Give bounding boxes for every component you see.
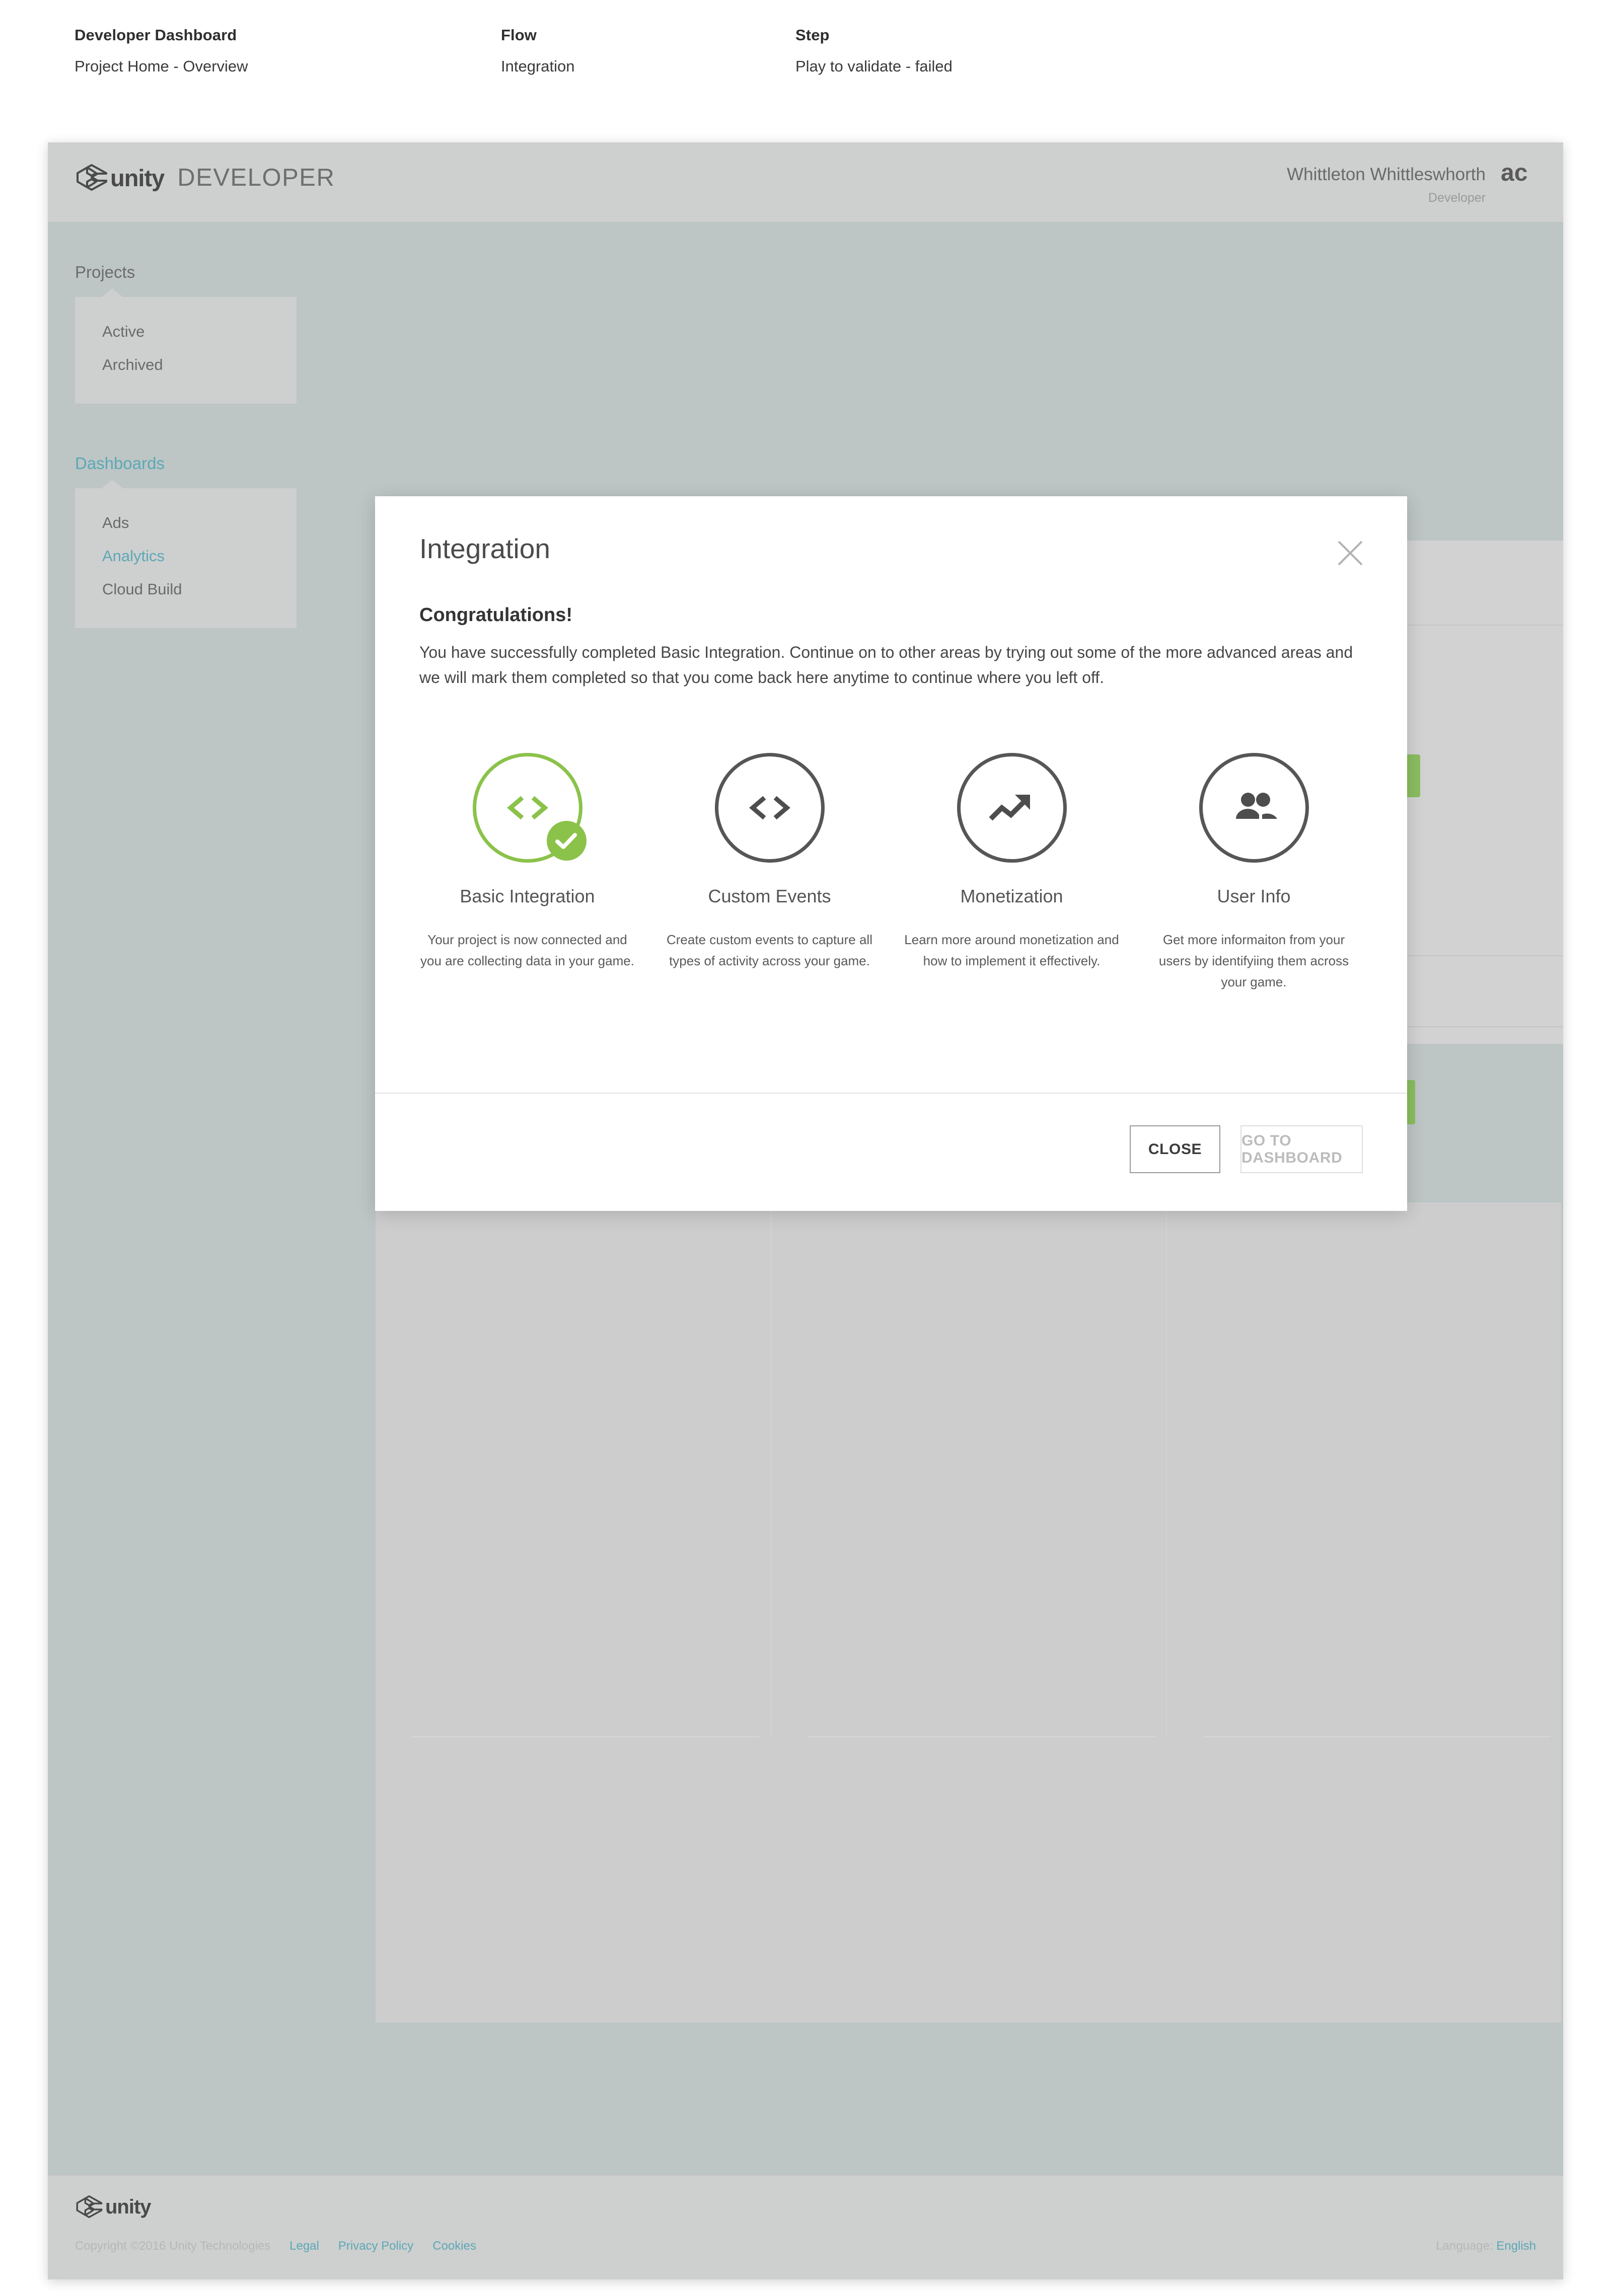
trending-up-arrow-icon (957, 753, 1067, 863)
modal-heading: Congratulations! (419, 604, 572, 626)
footer-brand[interactable]: unity (75, 2195, 152, 2219)
modal-title: Integration (419, 533, 550, 564)
brand-logo-group[interactable]: unity DEVELOPER (75, 164, 335, 192)
close-button[interactable]: CLOSE (1130, 1125, 1220, 1173)
sidebar-group-title-dashboards[interactable]: Dashboards (48, 404, 305, 473)
close-icon[interactable] (1335, 538, 1366, 569)
unity-logo-icon (75, 2195, 103, 2219)
feature-description: Create custom events to capture all type… (667, 932, 872, 969)
footer-link-legal[interactable]: Legal (289, 2239, 319, 2253)
annotation-value: Integration (501, 57, 575, 75)
people-group-icon (1199, 753, 1309, 863)
feature-monetization[interactable]: Monetization Learn more around monetizat… (891, 753, 1133, 992)
footer-link-cookies[interactable]: Cookies (432, 2239, 476, 2253)
user-role: Developer (1428, 191, 1486, 205)
sidebar-notch-icon (101, 480, 123, 489)
sidebar-item-ads[interactable]: Ads (75, 506, 297, 540)
feature-title: Basic Integration (460, 886, 595, 906)
annotation-column-flow: Flow Integration (501, 26, 575, 75)
footer-language[interactable]: Language: English (1436, 2239, 1536, 2253)
brand-product-text: DEVELOPER (177, 164, 335, 191)
sidebar-card-dashboards: Ads Analytics Cloud Build (75, 480, 297, 628)
feature-description: Your project is now connected and you ar… (420, 932, 634, 969)
feature-icon-wrap (472, 753, 587, 863)
sidebar-notch-icon (101, 288, 123, 297)
app-footer: unity Copyright ©2016 Unity Technologies… (48, 2175, 1563, 2279)
annotation-label: Developer Dashboard (75, 26, 237, 44)
code-brackets-icon (714, 753, 825, 863)
feature-icon-wrap (714, 753, 825, 863)
footer-language-value[interactable]: English (1496, 2239, 1536, 2253)
app-window: unity DEVELOPER Whittleton Whittleswhort… (48, 142, 1563, 2279)
unity-logo-icon (75, 164, 108, 192)
feature-basic-integration[interactable]: Basic Integration Your project is now co… (406, 753, 648, 992)
background-card-bottom (376, 1202, 1561, 2023)
go-to-dashboard-button[interactable]: GO TO DASHBOARD (1240, 1125, 1363, 1173)
footer-unity-text: unity (105, 2195, 152, 2218)
sidebar-item-active[interactable]: Active (75, 315, 297, 348)
sidebar-group-title-projects[interactable]: Projects (48, 222, 305, 282)
feature-custom-events[interactable]: Custom Events Create custom events to ca… (648, 753, 891, 992)
annotation-label: Step (795, 26, 830, 44)
divider (1203, 1736, 1551, 1737)
footer-links-row: Copyright ©2016 Unity Technologies Legal… (75, 2239, 476, 2253)
sidebar-item-archived[interactable]: Archived (75, 348, 297, 381)
sidebar-item-cloud-build[interactable]: Cloud Build (75, 573, 297, 606)
feature-title: User Info (1217, 886, 1291, 906)
app-header: unity DEVELOPER Whittleton Whittleswhort… (48, 142, 1563, 222)
avatar[interactable]: ac (1501, 160, 1536, 188)
check-badge-icon (546, 821, 587, 861)
feature-description: Learn more around monetization and how t… (904, 932, 1119, 969)
integration-modal: Integration Congratulations! You have su… (375, 496, 1407, 1211)
feature-title: Monetization (960, 886, 1063, 906)
page-body: Projects Active Archived Dashboards Ads … (48, 222, 1563, 2175)
svg-text:ac: ac (1501, 161, 1527, 186)
divider (808, 1736, 1155, 1737)
modal-actions: CLOSE GO TO DASHBOARD (1130, 1125, 1363, 1173)
feature-icon-wrap (957, 753, 1067, 863)
feature-icon-wrap (1199, 753, 1309, 863)
annotation-column-step: Step Play to validate - failed (795, 26, 953, 75)
footer-language-label: Language: (1436, 2239, 1493, 2253)
user-name: Whittleton Whittleswhorth (1287, 165, 1486, 184)
modal-body: Congratulations! You have successfully c… (419, 604, 1363, 690)
annotation-value: Play to validate - failed (795, 57, 953, 75)
feature-list: Basic Integration Your project is now co… (406, 753, 1376, 992)
footer-link-privacy-policy[interactable]: Privacy Policy (338, 2239, 413, 2253)
annotation-value: Project Home - Overview (75, 57, 248, 75)
brand-unity-text: unity (110, 164, 165, 191)
sidebar-item-analytics[interactable]: Analytics (75, 540, 297, 573)
divider (1166, 1202, 1167, 1736)
feature-title: Custom Events (708, 886, 831, 906)
feature-user-info[interactable]: User Info Get more informaiton from your… (1133, 753, 1375, 992)
divider (771, 1202, 772, 1736)
sidebar: Projects Active Archived Dashboards Ads … (48, 222, 305, 628)
user-account-block[interactable]: Whittleton Whittleswhorth Developer ac (1287, 160, 1536, 205)
sidebar-card-projects: Active Archived (75, 288, 297, 404)
feature-description: Get more informaiton from your users by … (1158, 932, 1349, 990)
annotation-strip: Developer Dashboard Project Home - Overv… (0, 0, 1611, 133)
annotation-column-dashboard: Developer Dashboard Project Home - Overv… (75, 26, 248, 75)
modal-paragraph: You have successfully completed Basic In… (419, 643, 1353, 686)
divider (412, 1736, 759, 1737)
annotation-label: Flow (501, 26, 537, 44)
divider (375, 1093, 1407, 1094)
footer-copyright: Copyright ©2016 Unity Technologies (75, 2239, 271, 2253)
